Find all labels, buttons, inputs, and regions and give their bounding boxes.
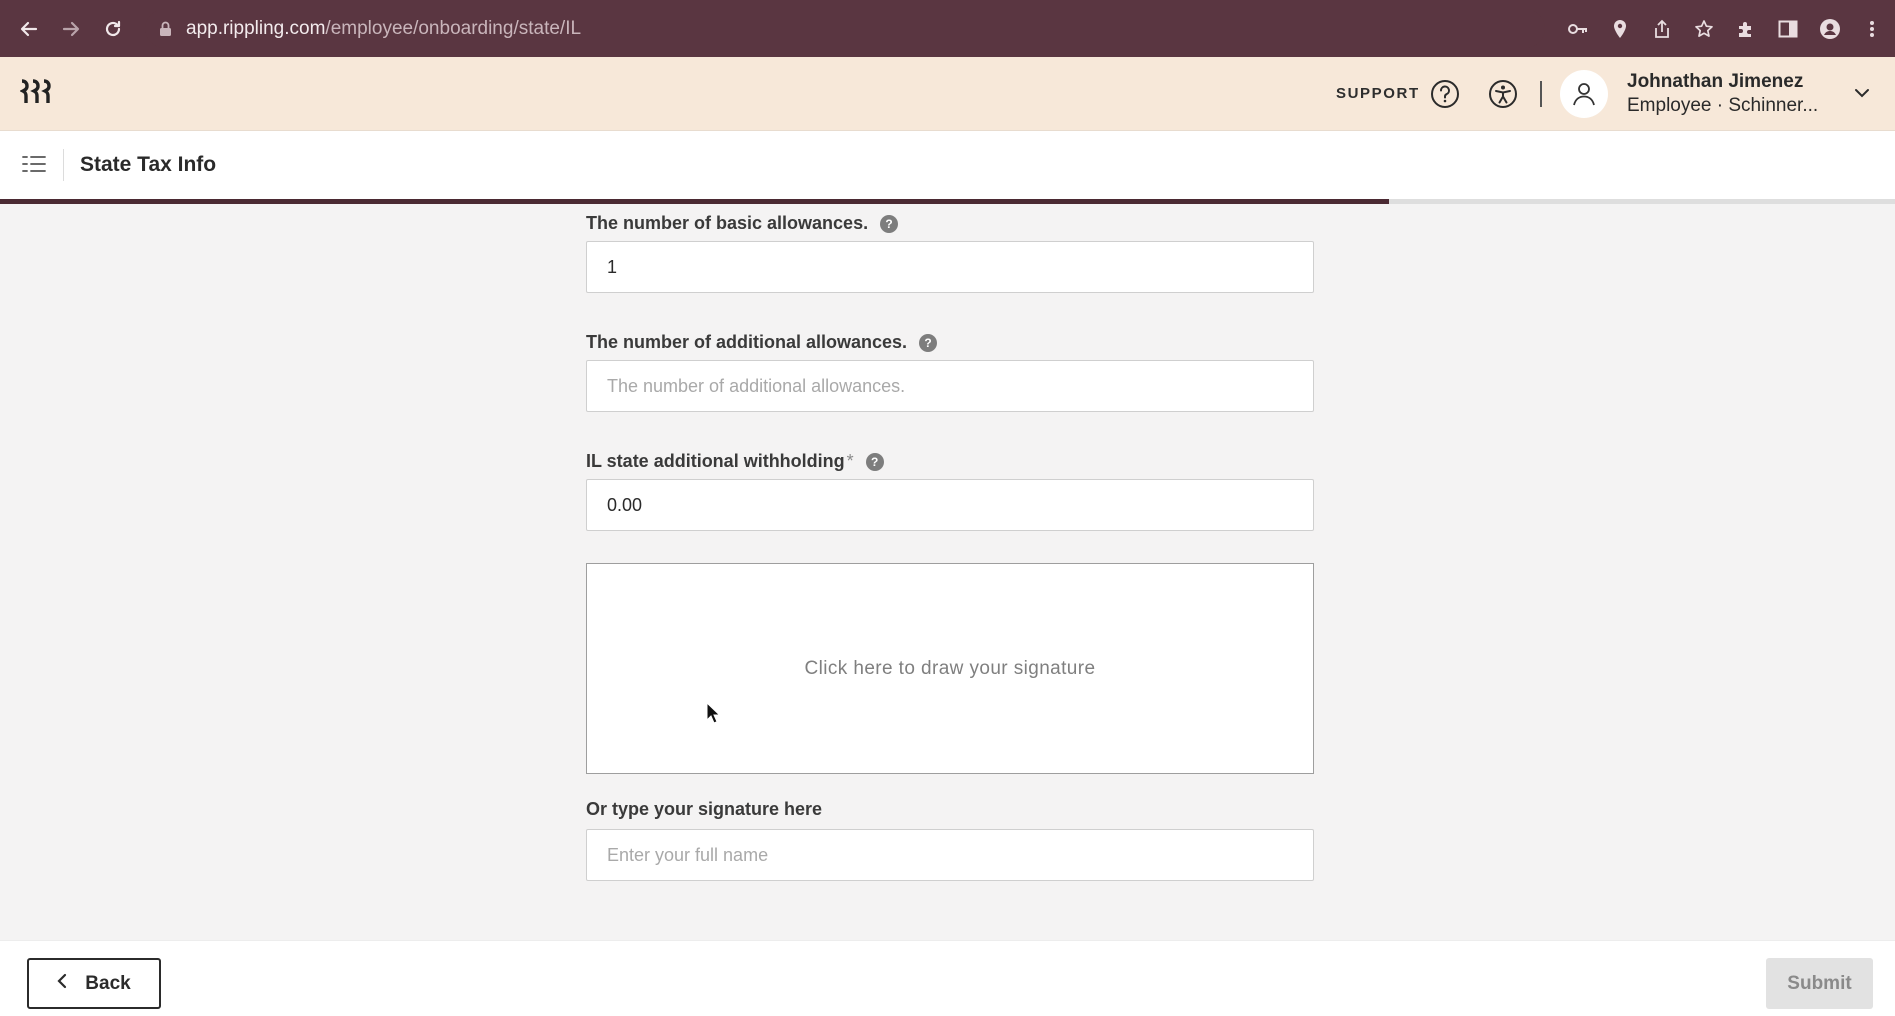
user-avatar[interactable]: [1560, 70, 1608, 118]
submit-button-label: Submit: [1787, 972, 1852, 994]
back-button[interactable]: Back: [27, 958, 161, 1009]
share-icon[interactable]: [1651, 18, 1673, 40]
additional-withholding-input[interactable]: [586, 479, 1314, 531]
location-pin-icon[interactable]: [1609, 18, 1631, 40]
bookmark-star-icon[interactable]: [1693, 18, 1715, 40]
user-role[interactable]: Employee · Schinner...: [1627, 95, 1818, 117]
url-host: app.rippling.com: [186, 17, 326, 39]
more-options-icon[interactable]: [1861, 18, 1883, 40]
table-of-contents-icon[interactable]: [22, 154, 46, 179]
form-area: The number of basic allowances. ? The nu…: [0, 204, 1895, 940]
extensions-puzzle-icon[interactable]: [1735, 18, 1757, 40]
page-title: State Tax Info: [80, 153, 217, 176]
typed-signature-input[interactable]: [586, 829, 1314, 881]
rippling-logo[interactable]: [19, 79, 54, 109]
typed-signature-label-text: Or type your signature here: [586, 799, 823, 819]
back-arrow-icon[interactable]: [8, 0, 50, 57]
chevron-down-icon[interactable]: [1854, 85, 1870, 103]
back-button-label: Back: [85, 972, 131, 994]
additional-withholding-label: IL state additional withholding * ?: [586, 451, 884, 472]
support-link[interactable]: SUPPORT: [1336, 85, 1420, 102]
additional-allowances-input[interactable]: [586, 360, 1314, 412]
help-question-icon[interactable]: ?: [865, 452, 884, 471]
footer-bar: Back Submit: [0, 940, 1895, 1016]
mouse-cursor-icon: [706, 701, 721, 729]
forward-arrow-icon[interactable]: [50, 0, 92, 57]
additional-allowances-label: The number of additional allowances. ?: [586, 332, 938, 353]
signature-pad[interactable]: Click here to draw your signature: [586, 563, 1314, 774]
additional-allowances-label-text: The number of additional allowances.: [586, 332, 908, 352]
sub-header-divider: [63, 149, 64, 181]
url-path: /employee/onboarding/state/IL: [325, 17, 582, 39]
header-divider: [1540, 81, 1542, 107]
help-question-icon[interactable]: ?: [919, 333, 938, 352]
reload-icon[interactable]: [92, 0, 134, 57]
user-name[interactable]: Johnathan Jimenez: [1627, 71, 1803, 93]
basic-allowances-input[interactable]: [586, 241, 1314, 293]
lock-icon: [159, 21, 172, 37]
required-mark: *: [846, 451, 854, 471]
profile-icon[interactable]: [1819, 18, 1841, 40]
help-question-icon[interactable]: [1430, 79, 1460, 114]
accessibility-icon[interactable]: [1488, 79, 1518, 114]
additional-withholding-label-text: IL state additional withholding: [586, 451, 845, 471]
typed-signature-label: Or type your signature here: [586, 799, 822, 820]
browser-toolbar: app.rippling.com/employee/onboarding/sta…: [0, 0, 1895, 57]
chevron-left-icon: [57, 973, 67, 995]
signature-pad-prompt: Click here to draw your signature: [804, 657, 1096, 679]
key-icon[interactable]: [1567, 18, 1589, 40]
submit-button[interactable]: Submit: [1766, 958, 1873, 1009]
app-header: SUPPORT Johnathan Jimenez Employee · Sch…: [0, 57, 1895, 131]
page-header: State Tax Info: [0, 131, 1895, 199]
side-panel-icon[interactable]: [1777, 18, 1799, 40]
address-bar[interactable]: app.rippling.com/employee/onboarding/sta…: [145, 9, 1545, 48]
basic-allowances-label-text: The number of basic allowances.: [586, 213, 869, 233]
basic-allowances-label: The number of basic allowances. ?: [586, 213, 899, 234]
help-question-icon[interactable]: ?: [880, 214, 899, 233]
